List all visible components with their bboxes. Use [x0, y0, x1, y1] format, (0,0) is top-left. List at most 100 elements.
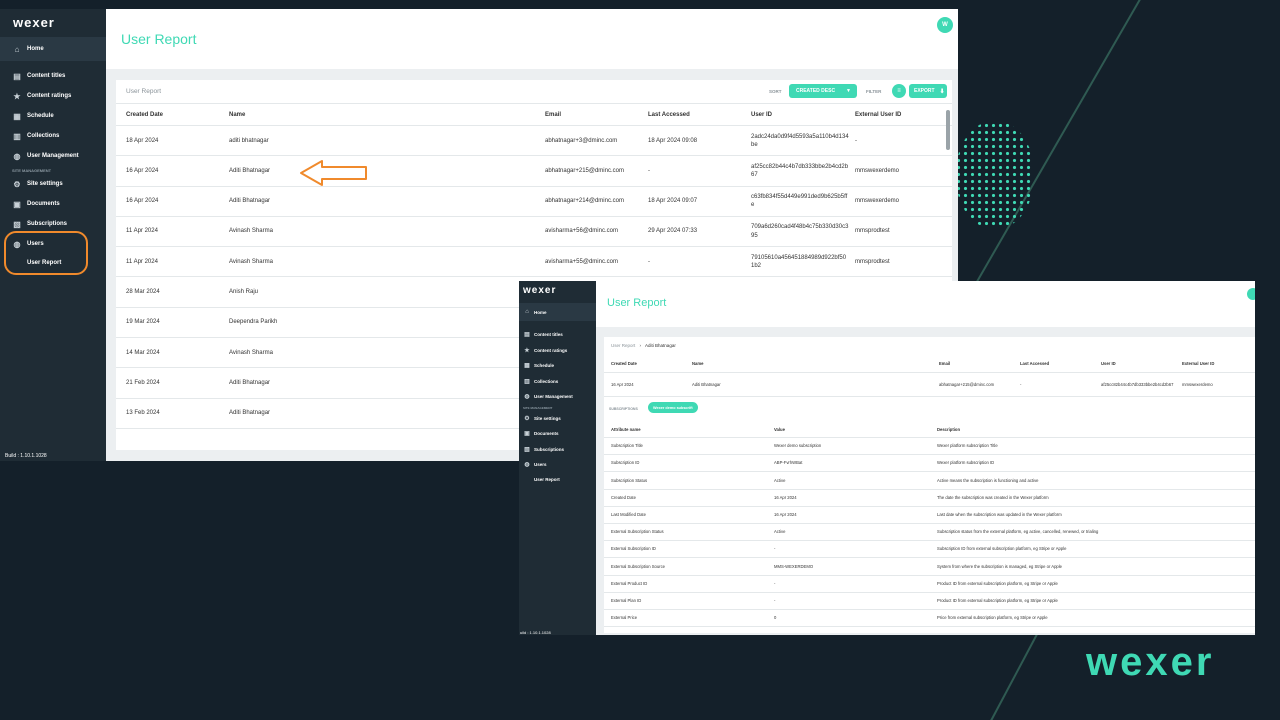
- sidebar-item-label: Documents: [534, 431, 559, 437]
- table-cell: -: [1020, 381, 1022, 387]
- sidebar-item-content-ratings[interactable]: ★ Content ratings: [0, 86, 106, 106]
- table-row[interactable]: 16 Apr 2024 Aditi Bhatnagar abhatnagar+214…: [116, 187, 952, 217]
- table-row[interactable]: 11 Apr 2024 Avinash Sharma avisharma+55@dm…: [116, 247, 952, 278]
- subscriptions-icon: ▧: [13, 219, 21, 229]
- column-header[interactable]: Description: [937, 427, 1248, 432]
- table-cell: 18 Apr 2024: [126, 137, 159, 144]
- card-title: User Report: [126, 88, 162, 95]
- sidebar-item-collections[interactable]: ▥ Collections: [0, 126, 106, 146]
- sidebar-item-schedule[interactable]: ▦ Schedule: [0, 106, 106, 126]
- calendar-icon: ▦: [13, 111, 21, 121]
- sidebar-item-label: Subscriptions: [27, 221, 68, 227]
- table-row[interactable]: External Product ID - Product ID from exte…: [604, 576, 1255, 593]
- sidebar-item-collections[interactable]: ▥ Collections: [519, 374, 596, 390]
- column-header[interactable]: Attribute name: [611, 427, 774, 432]
- table-cell: Last Modified Date: [611, 512, 646, 517]
- table-row[interactable]: External Subscription ID - Subscription ID…: [604, 541, 1255, 559]
- sidebar-item-documents[interactable]: ▣ Documents: [0, 194, 106, 214]
- sidebar-item-user-report[interactable]: User Report: [519, 473, 596, 488]
- table-cell: aditi bhatnagar: [229, 137, 269, 144]
- table-row[interactable]: Created Date 16 Apr 2024 The date the subs…: [604, 490, 1255, 507]
- subscription-chip[interactable]: Wexer demo subscrift: [648, 402, 698, 413]
- table-row[interactable]: External Price 0 Price from external subsc…: [604, 610, 1255, 628]
- table-row[interactable]: External Subscription Status Active Subscr…: [604, 524, 1255, 542]
- table-cell: 16 Apr 2024: [774, 494, 797, 500]
- sidebar-item-content-titles[interactable]: ▤ Content titles: [519, 327, 596, 343]
- table-cell: 11 Apr 2024: [126, 258, 158, 265]
- sidebar-item-label: Content titles: [27, 73, 66, 79]
- sidebar-item-label: Home: [27, 46, 44, 52]
- sidebar-item-content-titles[interactable]: ▤ Content titles: [0, 66, 106, 86]
- table-row[interactable]: Subscription Title Wexer demo subscriptio…: [604, 438, 1255, 456]
- build-version: uild : 1.10.1.1028: [520, 630, 551, 635]
- table-cell: Aditi Bhatnagar: [229, 410, 271, 417]
- wexer-brand-logo: wexer: [1086, 640, 1215, 684]
- table-cell: mmswexerdemo: [855, 167, 900, 174]
- column-header[interactable]: Last Accessed: [1020, 361, 1101, 366]
- table-cell: Product ID from external subscription pl…: [937, 597, 1058, 603]
- table-row[interactable]: Last Modified Date 16 Apr 2024 Last date w…: [604, 507, 1255, 524]
- column-header[interactable]: Name: [692, 361, 939, 366]
- breadcrumb-root[interactable]: User Report: [611, 343, 635, 348]
- filter-button[interactable]: ≡: [892, 84, 906, 98]
- scrollbar[interactable]: [946, 110, 950, 150]
- arrow-left-icon: [300, 160, 367, 186]
- table-cell: External Subscription Status: [611, 529, 664, 535]
- table-row[interactable]: External Plan ID - Product ID from externa…: [604, 593, 1255, 610]
- sidebar-logo: wexer: [523, 285, 557, 296]
- avatar[interactable]: W: [937, 17, 953, 33]
- download-icon: ⬇: [939, 88, 945, 95]
- page-title: User Report: [607, 297, 667, 309]
- sidebar-item-users[interactable]: ◍ Users: [519, 457, 596, 473]
- table-cell: af25cc82b44c4b7db333bbe2b4cd2b67: [1101, 381, 1174, 387]
- column-header[interactable]: Created Date: [126, 112, 229, 118]
- column-header[interactable]: Created Date: [611, 361, 692, 366]
- column-header[interactable]: User ID: [751, 112, 855, 118]
- main-content: User Report User Report › Aditi Bhatnaga…: [596, 281, 1255, 635]
- star-icon: ★: [524, 347, 530, 354]
- column-header[interactable]: External User ID: [855, 112, 942, 118]
- table-row[interactable]: External Subscription Source MMS-WEXERDEM…: [604, 558, 1255, 576]
- sidebar-logo: wexer: [13, 15, 55, 30]
- sidebar-item-documents[interactable]: ▣ Documents: [519, 426, 596, 442]
- column-header[interactable]: Last Accessed: [648, 112, 751, 118]
- column-header[interactable]: Value: [774, 427, 937, 432]
- table-cell: Price from external subscription platfor…: [937, 615, 1048, 621]
- sidebar-item-label: Collections: [27, 133, 60, 139]
- sidebar-item-site-settings[interactable]: ⚙ Site settings: [519, 411, 596, 427]
- column-header[interactable]: User ID: [1101, 361, 1182, 366]
- table-row[interactable]: 11 Apr 2024 Avinash Sharma avisharma+56@dm…: [116, 217, 952, 248]
- table-cell: Aditi Bhatnagar: [229, 379, 271, 386]
- column-header[interactable]: Email: [939, 361, 1020, 366]
- table-row[interactable]: Subscription ID ABP-FvrhWBat Wexer platfor…: [604, 455, 1255, 473]
- subscriptions-header: SUBSCRIPTIONS Wexer demo subscrift: [604, 397, 1255, 421]
- sort-dropdown[interactable]: CREATED DESC ▼: [789, 84, 857, 98]
- table-cell: Active: [774, 477, 786, 483]
- sidebar-item-content-ratings[interactable]: ★ Content ratings: [519, 343, 596, 359]
- sidebar-item-schedule[interactable]: ▦ Schedule: [519, 358, 596, 374]
- table-cell: Avinash Sharma: [229, 228, 273, 235]
- sidebar-item-label: Users: [534, 462, 547, 468]
- table-row[interactable]: 18 Apr 2024 aditi bhatnagar abhatnagar+3@d…: [116, 126, 952, 157]
- column-header[interactable]: External User ID: [1182, 361, 1248, 366]
- sidebar-item-home[interactable]: ⌂ Home: [0, 37, 106, 61]
- table-cell: abhatnagar+215@dminc.com: [545, 167, 624, 174]
- card-header: User Report SORT CREATED DESC ▼ FILTER ≡…: [116, 80, 952, 104]
- sidebar-item-site-settings[interactable]: ⚙ Site settings: [0, 174, 106, 194]
- avatar[interactable]: [1247, 288, 1255, 300]
- table-row[interactable]: 16 Apr 2024 Aditi Bhatnagar abhatnagar+215…: [116, 156, 952, 187]
- collections-icon: ▥: [13, 131, 21, 141]
- column-header[interactable]: Name: [229, 112, 545, 118]
- table-row[interactable]: Subscription Status Active Active means th…: [604, 472, 1255, 490]
- export-button[interactable]: EXPORT ⬇: [909, 84, 947, 98]
- table-cell: -: [855, 137, 857, 144]
- sidebar-item-subscriptions[interactable]: ▧ Subscriptions: [519, 442, 596, 458]
- sidebar-item-user-management[interactable]: ◍ User Management: [519, 389, 596, 405]
- sidebar-item-home[interactable]: ⌂ Home: [519, 303, 596, 321]
- table-cell: External Price: [611, 615, 638, 621]
- table-row[interactable]: 16 Apr 2024 Aditi Bhatnagar abhatnagar+215…: [604, 373, 1255, 397]
- user-detail-screenshot: wexer ⌂ Home ▤ Content titles ★ Content …: [519, 281, 1255, 635]
- column-header[interactable]: Email: [545, 112, 648, 118]
- sidebar-item-user-management[interactable]: ◍ User Management: [0, 146, 106, 166]
- table-cell: External Subscription ID: [611, 546, 656, 552]
